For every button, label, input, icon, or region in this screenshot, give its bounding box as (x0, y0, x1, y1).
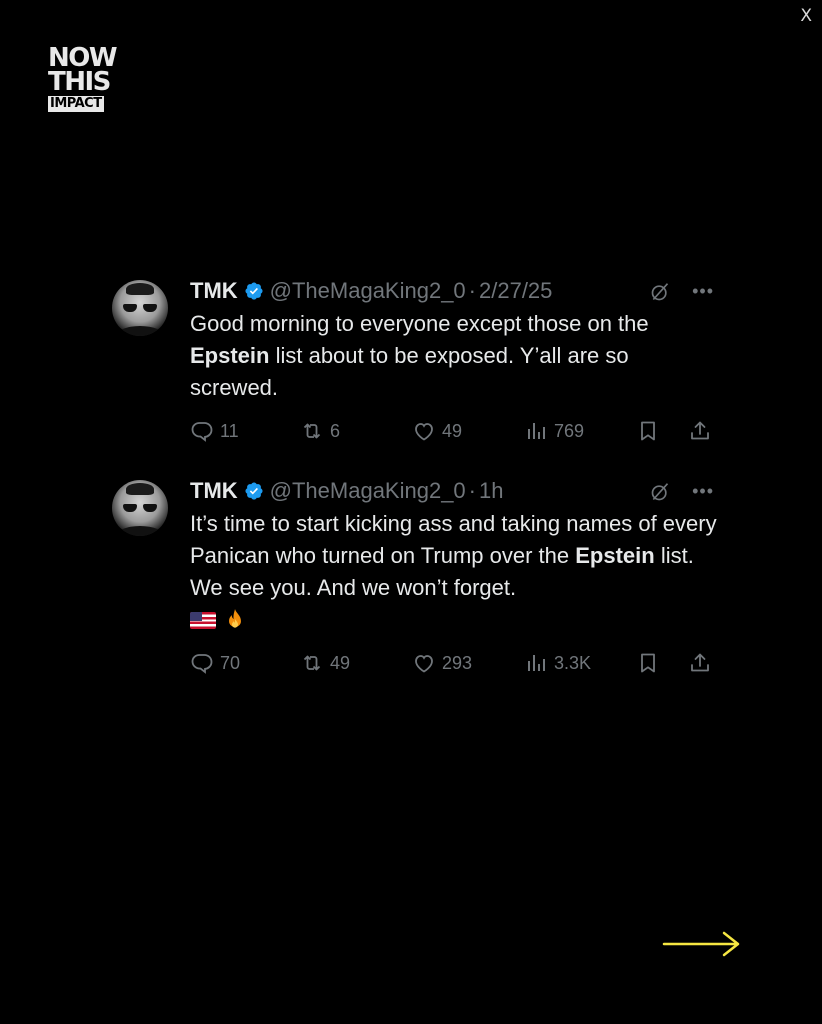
bold-keyword: Epstein (575, 543, 655, 568)
logo-line-this: THIS (48, 67, 111, 97)
analytics-icon (528, 655, 545, 671)
us-flag-icon (190, 611, 216, 629)
like-button[interactable]: 293 (412, 650, 472, 676)
repost-count: 49 (330, 653, 351, 673)
repost-icon (303, 655, 321, 671)
share-icon (691, 653, 709, 672)
close-button[interactable]: X (800, 6, 812, 26)
avatar[interactable] (112, 480, 168, 536)
verified-badge-icon (245, 282, 263, 300)
reply-count: 11 (220, 421, 239, 441)
tweet-text: It’s time to start kicking ass and takin… (190, 511, 717, 600)
more-options-icon[interactable]: ••• (692, 479, 714, 503)
views-button[interactable]: 769 (524, 418, 584, 444)
heart-icon (415, 423, 433, 441)
reply-count: 70 (220, 653, 241, 673)
reply-button[interactable]: 70 (190, 650, 240, 676)
repost-button[interactable]: 6 (300, 418, 340, 444)
timestamp[interactable]: 2/27/25 (479, 276, 552, 306)
bold-keyword: Epstein (190, 343, 270, 368)
reply-icon (191, 654, 213, 674)
repost-icon (303, 423, 321, 439)
reply-button[interactable]: 11 (190, 418, 239, 444)
nowthis-impact-logo: NOW THIS IMPACT (48, 45, 138, 112)
timestamp[interactable]: 1h (479, 476, 503, 506)
grok-icon[interactable] (650, 482, 670, 502)
view-count: 769 (554, 421, 585, 441)
like-button[interactable]: 49 (412, 418, 462, 444)
bookmark-button[interactable] (636, 418, 660, 444)
analytics-icon (528, 423, 545, 439)
logo-line-impact: IMPACT (48, 96, 104, 112)
share-button[interactable] (688, 650, 712, 676)
repost-button[interactable]: 49 (300, 650, 350, 676)
tweet-actions: 11 6 49 769 (190, 418, 720, 444)
handle[interactable]: @TheMagaKing2_0 (270, 476, 466, 506)
separator-dot: · (468, 478, 476, 503)
bookmark-button[interactable] (636, 650, 660, 676)
tweet-header: TMK @TheMagaKing2_0 · 2/27/25 (190, 276, 720, 306)
views-button[interactable]: 3.3K (524, 650, 591, 676)
fire-icon (229, 609, 241, 628)
verified-badge-icon (245, 482, 263, 500)
tweet-actions: 70 49 293 3.3K (190, 650, 720, 676)
emoji-row (190, 604, 720, 636)
tweet-text: Good morning to everyone except those on… (190, 311, 649, 400)
bookmark-icon (641, 421, 655, 441)
more-options-icon[interactable]: ••• (692, 279, 714, 303)
handle[interactable]: @TheMagaKing2_0 (270, 276, 466, 306)
share-icon (691, 421, 709, 440)
separator-dot: · (468, 278, 476, 303)
share-button[interactable] (688, 418, 712, 444)
repost-count: 6 (330, 421, 341, 441)
heart-icon (415, 655, 433, 673)
grok-icon[interactable] (650, 282, 670, 302)
next-arrow-icon[interactable] (662, 930, 742, 958)
like-count: 293 (442, 653, 473, 673)
display-name[interactable]: TMK (190, 276, 238, 306)
view-count: 3.3K (554, 653, 592, 673)
tweet-header: TMK @TheMagaKing2_0 · 1h (190, 476, 720, 506)
reply-icon (191, 422, 213, 442)
like-count: 49 (442, 421, 463, 441)
bookmark-icon (641, 653, 655, 673)
display-name[interactable]: TMK (190, 476, 238, 506)
avatar[interactable] (112, 280, 168, 336)
